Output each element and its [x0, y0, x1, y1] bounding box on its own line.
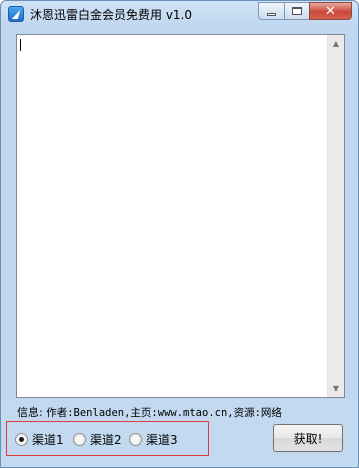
close-icon: ✕ — [325, 3, 336, 19]
scroll-up-arrow-icon[interactable]: ▲ — [328, 35, 344, 52]
scroll-down-arrow-icon[interactable]: ▼ — [328, 380, 344, 397]
close-button[interactable]: ✕ — [309, 2, 352, 20]
maximize-button[interactable] — [284, 2, 309, 20]
info-line: 信息: 作者:Benladen,主页:www.mtao.cn,资源:网络 — [17, 404, 282, 420]
vertical-scrollbar[interactable]: ▲ ▼ — [327, 35, 344, 397]
output-textarea[interactable]: ▲ ▼ — [16, 34, 345, 398]
text-caret — [20, 39, 21, 51]
minimize-button[interactable] — [258, 2, 284, 20]
channel-radio-group: 渠道1 渠道2 渠道3 — [6, 421, 209, 456]
info-text: 作者:Benladen,主页:www.mtao.cn,资源:网络 — [46, 407, 282, 419]
title-bar[interactable]: 沐恩迅雷白金会员免费用 v1.0 ✕ — [1, 1, 358, 31]
window-title: 沐恩迅雷白金会员免费用 v1.0 — [30, 8, 193, 22]
channel-3-label: 渠道3 — [146, 433, 178, 447]
channel-2-radio[interactable]: 渠道2 — [73, 431, 122, 448]
app-logo-icon — [8, 6, 24, 22]
info-label: 信息: — [17, 406, 43, 419]
maximize-icon — [292, 7, 302, 15]
channel-1-label: 渠道1 — [32, 433, 64, 447]
radio-unchecked-icon — [73, 433, 86, 446]
channel-3-radio[interactable]: 渠道3 — [129, 431, 178, 448]
channel-2-label: 渠道2 — [90, 433, 122, 447]
caption-buttons: ✕ — [258, 2, 352, 20]
radio-checked-icon — [15, 433, 28, 446]
channel-1-radio[interactable]: 渠道1 — [15, 431, 64, 448]
minimize-icon — [267, 12, 276, 16]
fetch-button[interactable]: 获取! — [273, 424, 343, 452]
app-window: 沐恩迅雷白金会员免费用 v1.0 ✕ ▲ ▼ 信息: 作者:Benladen,主… — [0, 0, 359, 468]
radio-unchecked-icon — [129, 433, 142, 446]
